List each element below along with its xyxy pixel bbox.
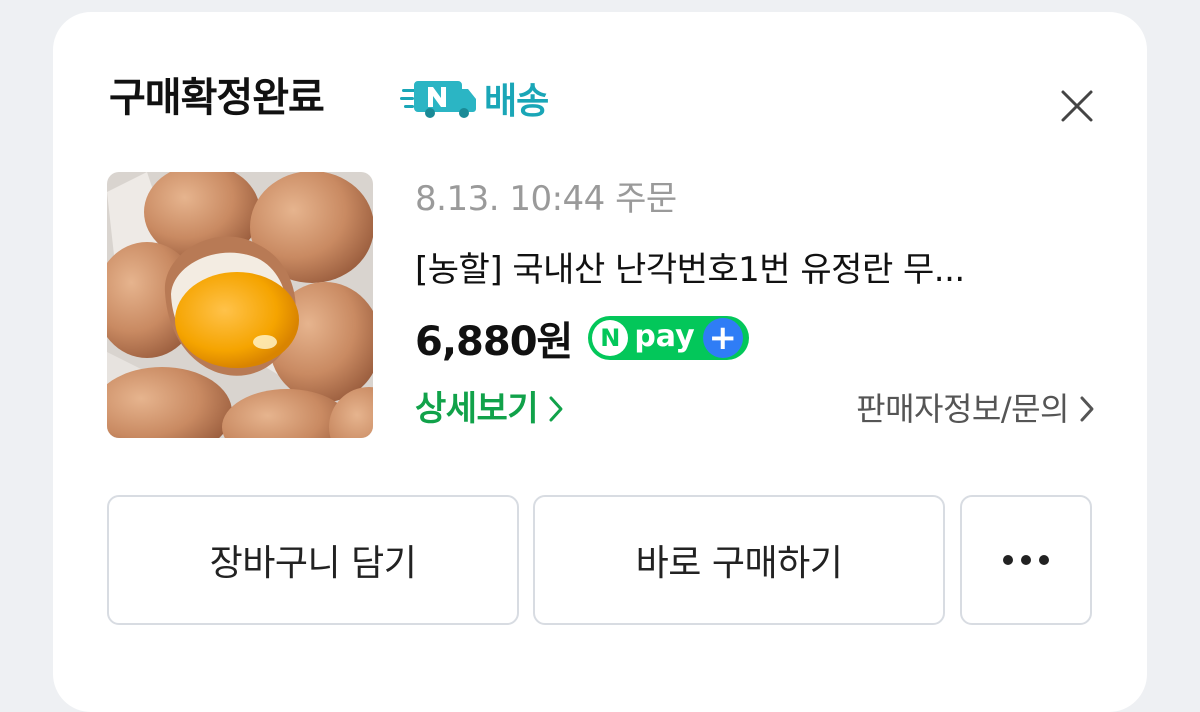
order-card: 구매확정완료 배송 8.13. 10:44 주문 [농할] 국내산 난각번호1번… (53, 12, 1147, 712)
seller-info-link[interactable]: 판매자정보/문의 (856, 386, 1095, 432)
npay-pill: N pay + (588, 316, 749, 360)
product-thumbnail[interactable] (107, 172, 373, 438)
chevron-right-icon (549, 396, 563, 422)
product-name[interactable]: [농할] 국내산 난각번호1번 유정란 무... (415, 247, 1075, 293)
npay-plus-badge: N pay + (588, 314, 749, 362)
add-to-cart-label: 장바구니 담기 (209, 543, 417, 584)
add-to-cart-button[interactable]: 장바구니 담기 (107, 495, 519, 625)
seller-info-label: 판매자정보/문의 (856, 390, 1069, 428)
naver-n-icon: N (592, 320, 629, 356)
product-price: 6,880원 (415, 319, 573, 365)
delivery-badge: 배송 (400, 74, 549, 122)
plus-icon: + (702, 318, 743, 358)
chevron-right-icon (1080, 396, 1094, 422)
npay-label: pay (634, 318, 695, 354)
detail-view-label: 상세보기 (415, 389, 539, 429)
egg-product-image (107, 172, 373, 438)
order-status-title: 구매확정완료 (109, 75, 325, 121)
delivery-badge-label: 배송 (484, 81, 549, 122)
buy-now-button[interactable]: 바로 구매하기 (533, 495, 945, 625)
more-options-button[interactable] (960, 495, 1092, 625)
buy-now-label: 바로 구매하기 (635, 543, 843, 584)
more-dots-icon (1003, 555, 1049, 565)
naver-delivery-truck-icon (400, 81, 476, 118)
close-icon[interactable] (1057, 86, 1097, 126)
detail-view-link[interactable]: 상세보기 (415, 386, 564, 432)
price-row: 6,880원 N pay + (415, 313, 749, 365)
order-date: 8.13. 10:44 주문 (415, 179, 677, 219)
